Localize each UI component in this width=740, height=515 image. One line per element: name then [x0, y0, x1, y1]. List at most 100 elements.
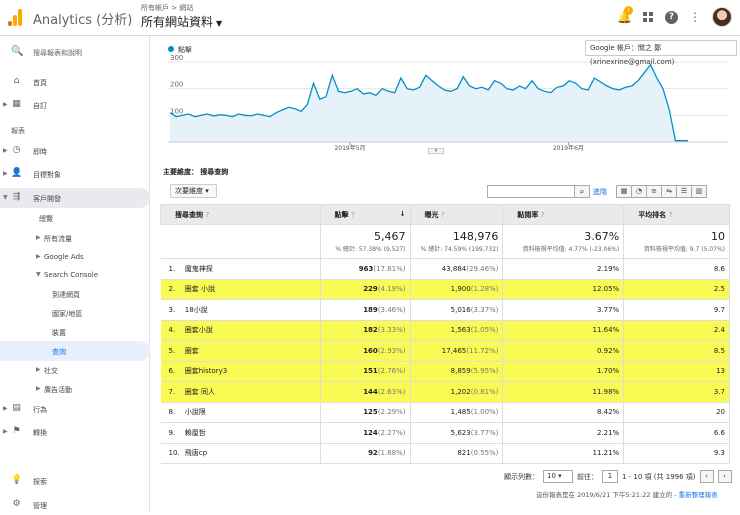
query-link[interactable]: 圈套 同人 — [185, 388, 215, 396]
performance-view-icon[interactable]: ≡ — [646, 185, 662, 198]
table-row[interactable]: 10. 飛唐cp 92(1.68%) 821(0.55%) 11.21% 9.3 — [160, 443, 730, 464]
more-vert-icon[interactable]: ⋮ — [688, 10, 702, 24]
table-row[interactable]: 3. 18小說 189(3.46%) 5,016(3.37%) 3.77% 9.7 — [160, 299, 730, 321]
y-tick-label: 300 — [170, 54, 183, 62]
clicks-value: 124 — [363, 428, 378, 437]
sidebar-search[interactable]: 🔍 搜尋報表和說明 — [0, 44, 150, 62]
x-tick-label: 2019年5月 — [334, 144, 365, 152]
table-row[interactable]: 7. 圈套 同人 144(2.63%) 1,202(0.81%) 11.98% 3.7 — [160, 381, 730, 403]
pivot-view-icon[interactable]: ▥ — [691, 185, 707, 198]
clicks-value: 92 — [368, 449, 378, 458]
next-page-button[interactable]: › — [717, 470, 732, 483]
search-icon[interactable]: ⌕ — [574, 185, 590, 198]
help-icon[interactable]: ? — [665, 10, 678, 24]
data-view-icon[interactable]: ▦ — [616, 185, 632, 198]
position-value: 9.3 — [623, 443, 730, 464]
sidebar-item-home[interactable]: ⌂ 首頁 — [0, 72, 150, 92]
expand-icon: ▶ — [3, 428, 8, 435]
sidebar-item-audience[interactable]: ▶ 👤 目標對象 — [0, 164, 150, 184]
apps-grid-icon[interactable] — [641, 10, 655, 24]
impressions-value: 43,884 — [441, 264, 467, 273]
sidebar-item-realtime[interactable]: ▶ ◷ 即時 — [0, 141, 150, 161]
page-range: 1 - 10 項 (共 1996 項) — [622, 472, 696, 481]
sidebar-item-landing-pages[interactable]: 到達網頁 — [0, 284, 150, 304]
clicks-value: 963 — [358, 264, 374, 273]
impressions-percent: (1.00%) — [470, 408, 499, 417]
chart-collapse-toggle[interactable]: ▾ — [428, 148, 444, 154]
query-link[interactable]: 賴厘哲 — [185, 429, 206, 437]
sidebar-item-countries[interactable]: 國家/地區 — [0, 303, 150, 323]
table-row[interactable]: 2. 圈套 小說 229(4.19%) 1,900(1.28%) 12.05% 2.5 — [160, 279, 730, 300]
query-link[interactable]: 18小說 — [185, 306, 208, 314]
sidebar-item-conversions[interactable]: ▶ ⚑ 轉換 — [0, 422, 150, 442]
table-row[interactable]: 1. 魔鬼神探 963(17.61%) 43,884(29.46%) 2.19% 8.6 — [160, 258, 730, 280]
clicks-percent: (2.63%) — [377, 387, 406, 396]
sidebar-item-campaigns[interactable]: ▶ 廣告活動 — [0, 379, 150, 399]
query-link[interactable]: 飛唐cp — [185, 449, 207, 457]
query-link[interactable]: 圈套history3 — [185, 367, 228, 375]
sidebar-item-devices[interactable]: 裝置 — [0, 322, 150, 342]
percent-view-icon[interactable]: ◔ — [631, 185, 647, 198]
prev-page-button[interactable]: ‹ — [699, 470, 714, 483]
query-link[interactable]: 圈套 — [185, 347, 199, 355]
column-header-position[interactable]: 平均排名 ? — [623, 204, 730, 225]
advanced-filter-link[interactable]: 進階 — [593, 187, 607, 197]
impressions-value: 1,485 — [450, 408, 471, 417]
primary-dimension-value[interactable]: 搜尋查詢 — [200, 168, 228, 176]
position-value: 9.7 — [623, 299, 730, 321]
impressions-percent: (3.77%) — [470, 428, 499, 437]
sidebar-item-google-ads[interactable]: ▶ Google Ads — [0, 247, 150, 267]
refresh-report-link[interactable]: 重新整理報表 — [679, 491, 718, 499]
query-link[interactable]: 小說限 — [185, 408, 206, 416]
rows-per-page-select[interactable]: 10 ▾ — [543, 470, 573, 483]
column-header-impressions[interactable]: 曝光 ? — [409, 204, 504, 225]
column-header-clicks[interactable]: 點擊 ? ↓ — [319, 204, 411, 225]
expand-icon: ▶ — [3, 405, 8, 412]
comparison-view-icon[interactable]: ⇋ — [661, 185, 677, 198]
column-header-query[interactable]: 搜尋查詢 ? — [160, 204, 321, 225]
clicks-value: 125 — [363, 408, 378, 417]
impressions-percent: (1.28%) — [470, 285, 499, 294]
row-number: 1. — [168, 264, 176, 273]
sidebar-item-behavior[interactable]: ▶ ▤ 行為 — [0, 399, 150, 419]
query-link[interactable]: 圈套小說 — [185, 326, 213, 334]
query-link[interactable]: 魔鬼神探 — [185, 265, 213, 273]
sidebar: 🔍 搜尋報表和說明 ⌂ 首頁 ▶ ▦ 自訂 報表 ▶ ◷ 即時 ▶ 👤 目標對象 ▼ ⇶ 客戶開發… — [0, 36, 150, 512]
ctr-value: 3.77% — [502, 299, 625, 321]
property-selector[interactable]: 所有網站資料 ▼ — [141, 13, 222, 30]
secondary-dimension-dropdown[interactable]: 次要維度 ▾ — [170, 184, 217, 198]
term-cloud-icon[interactable]: ☰ — [676, 185, 692, 198]
sidebar-item-overview[interactable]: 總覽 — [0, 208, 150, 228]
person-icon: 👤 — [11, 168, 23, 178]
sidebar-item-queries[interactable]: 查詢 — [0, 341, 150, 361]
sidebar-item-all-traffic[interactable]: ▶ 所有流量 — [0, 228, 150, 248]
expand-icon: ▶ — [36, 234, 41, 241]
clock-icon: ◷ — [12, 145, 21, 155]
analytics-logo[interactable] — [8, 8, 22, 26]
table-filter-input[interactable] — [487, 185, 575, 198]
query-link[interactable]: 圈套 小說 — [185, 285, 215, 293]
goto-input[interactable]: 1 — [602, 470, 618, 483]
impressions-percent: (29.46%) — [466, 264, 499, 273]
expand-icon: ▶ — [36, 385, 41, 392]
total-ctr: 3.67% — [584, 230, 620, 243]
table-row[interactable]: 8. 小說限 125(2.29%) 1,485(1.00%) 8.42% 20 — [160, 402, 730, 423]
column-header-ctr[interactable]: 點閱率 ? — [502, 204, 625, 225]
sidebar-item-admin[interactable]: ⚙ 管理 — [0, 495, 150, 515]
sidebar-item-social[interactable]: ▶ 社交 — [0, 360, 150, 380]
ctr-value: 1.70% — [502, 361, 625, 382]
table-row[interactable]: 4. 圈套小說 182(3.33%) 1,563(1.05%) 11.64% 2.4 — [160, 320, 730, 341]
position-value: 13 — [623, 361, 730, 382]
breadcrumb[interactable]: 所有帳戶 > 網站 — [141, 3, 193, 13]
bell-icon[interactable]: 🔔! — [617, 6, 633, 24]
table-row[interactable]: 5. 圈套 160(2.93%) 17,465(11.72%) 0.92% 8.5 — [160, 340, 730, 362]
avatar[interactable] — [712, 7, 732, 27]
sidebar-item-search-console[interactable]: ▼ Search Console — [0, 265, 150, 285]
sidebar-item-custom[interactable]: ▶ ▦ 自訂 — [0, 95, 150, 115]
x-tick-label: 2019年6月 — [553, 144, 584, 152]
table-row[interactable]: 6. 圈套history3 151(2.76%) 8,859(5.95%) 1.70%… — [160, 361, 730, 382]
sidebar-item-discover[interactable]: 💡 探索 — [0, 471, 150, 491]
sidebar-item-acquisition[interactable]: ▼ ⇶ 客戶開發 — [0, 188, 150, 208]
table-row[interactable]: 9. 賴厘哲 124(2.27%) 5,623(3.77%) 2.21% 6.6 — [160, 422, 730, 444]
ctr-value: 2.21% — [502, 422, 625, 444]
